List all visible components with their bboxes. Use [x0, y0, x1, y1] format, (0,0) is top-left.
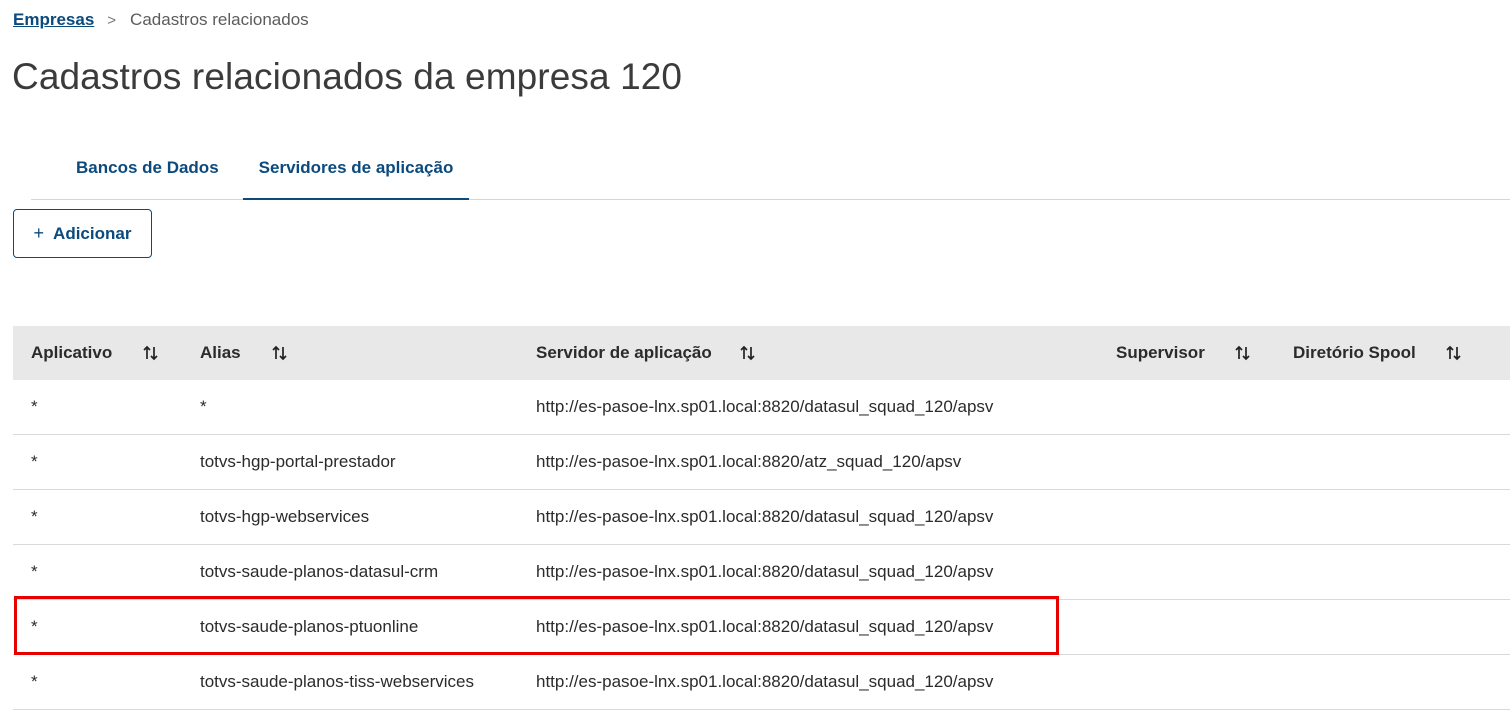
- table-row[interactable]: * totvs-saude-planos-tiss-webservices ht…: [13, 655, 1510, 710]
- cell-aplicativo: *: [31, 507, 38, 526]
- table-row[interactable]: * totvs-hgp-webservices http://es-pasoe-…: [13, 490, 1510, 545]
- column-header-aplicativo[interactable]: Aplicativo: [31, 326, 112, 380]
- column-header-servidor[interactable]: Servidor de aplicação: [536, 326, 712, 380]
- cell-aplicativo: *: [31, 397, 38, 416]
- breadcrumb-link-empresas[interactable]: Empresas: [13, 10, 94, 30]
- column-header-supervisor[interactable]: Supervisor: [1116, 326, 1205, 380]
- cell-alias: *: [200, 397, 207, 416]
- sort-icon[interactable]: [739, 344, 757, 362]
- plus-icon: +: [33, 223, 45, 243]
- sort-icon[interactable]: [271, 344, 289, 362]
- breadcrumb: Empresas > Cadastros relacionados: [13, 9, 309, 31]
- column-header-diretorio-spool[interactable]: Diretório Spool: [1293, 326, 1416, 380]
- sort-icon[interactable]: [1445, 344, 1463, 362]
- column-header-alias[interactable]: Alias: [200, 326, 241, 380]
- column-label: Alias: [200, 343, 241, 362]
- cell-alias: totvs-hgp-webservices: [200, 507, 370, 526]
- cell-aplicativo: *: [31, 562, 38, 581]
- cell-aplicativo: *: [31, 452, 38, 471]
- sort-icon[interactable]: [142, 344, 160, 362]
- tab-bancos-de-dados[interactable]: Bancos de Dados: [59, 140, 235, 199]
- table-header: Aplicativo Alias Servidor de aplicação S…: [13, 326, 1510, 380]
- column-label: Supervisor: [1116, 343, 1205, 362]
- cell-servidor: http://es-pasoe-lnx.sp01.local:8820/data…: [536, 507, 994, 526]
- table-row[interactable]: * * http://es-pasoe-lnx.sp01.local:8820/…: [13, 380, 1510, 435]
- cell-servidor: http://es-pasoe-lnx.sp01.local:8820/data…: [536, 617, 994, 636]
- cell-servidor: http://es-pasoe-lnx.sp01.local:8820/atz_…: [536, 452, 962, 471]
- cell-alias: totvs-saude-planos-datasul-crm: [200, 562, 439, 581]
- breadcrumb-current: Cadastros relacionados: [130, 10, 309, 29]
- column-label: Diretório Spool: [1293, 343, 1416, 362]
- cell-aplicativo: *: [31, 617, 38, 636]
- sort-icon[interactable]: [1234, 344, 1252, 362]
- table-row[interactable]: * totvs-saude-planos-ptuonline http://es…: [13, 600, 1510, 655]
- page-title: Cadastros relacionados da empresa 120: [12, 56, 683, 97]
- table-row[interactable]: * totvs-hgp-portal-prestador http://es-p…: [13, 435, 1510, 490]
- cell-servidor: http://es-pasoe-lnx.sp01.local:8820/data…: [536, 397, 994, 416]
- cell-servidor: http://es-pasoe-lnx.sp01.local:8820/data…: [536, 562, 994, 581]
- cell-alias: totvs-saude-planos-ptuonline: [200, 617, 419, 636]
- cell-alias: totvs-hgp-portal-prestador: [200, 452, 396, 471]
- column-label: Aplicativo: [31, 343, 113, 362]
- add-button[interactable]: + Adicionar: [13, 209, 152, 258]
- app-servers-table: Aplicativo Alias Servidor de aplicação S…: [13, 326, 1510, 710]
- cell-aplicativo: *: [31, 672, 38, 691]
- tab-bar: Bancos de Dados Servidores de aplicação: [31, 140, 1510, 200]
- cell-servidor: http://es-pasoe-lnx.sp01.local:8820/data…: [536, 672, 994, 691]
- cell-alias: totvs-saude-planos-tiss-webservices: [200, 672, 474, 691]
- chevron-right-icon: >: [107, 11, 117, 29]
- table-row[interactable]: * totvs-saude-planos-datasul-crm http://…: [13, 545, 1510, 600]
- add-button-label: Adicionar: [53, 223, 132, 243]
- column-label: Servidor de aplicação: [536, 343, 712, 362]
- tab-servidores-de-aplicacao[interactable]: Servidores de aplicação: [243, 140, 469, 200]
